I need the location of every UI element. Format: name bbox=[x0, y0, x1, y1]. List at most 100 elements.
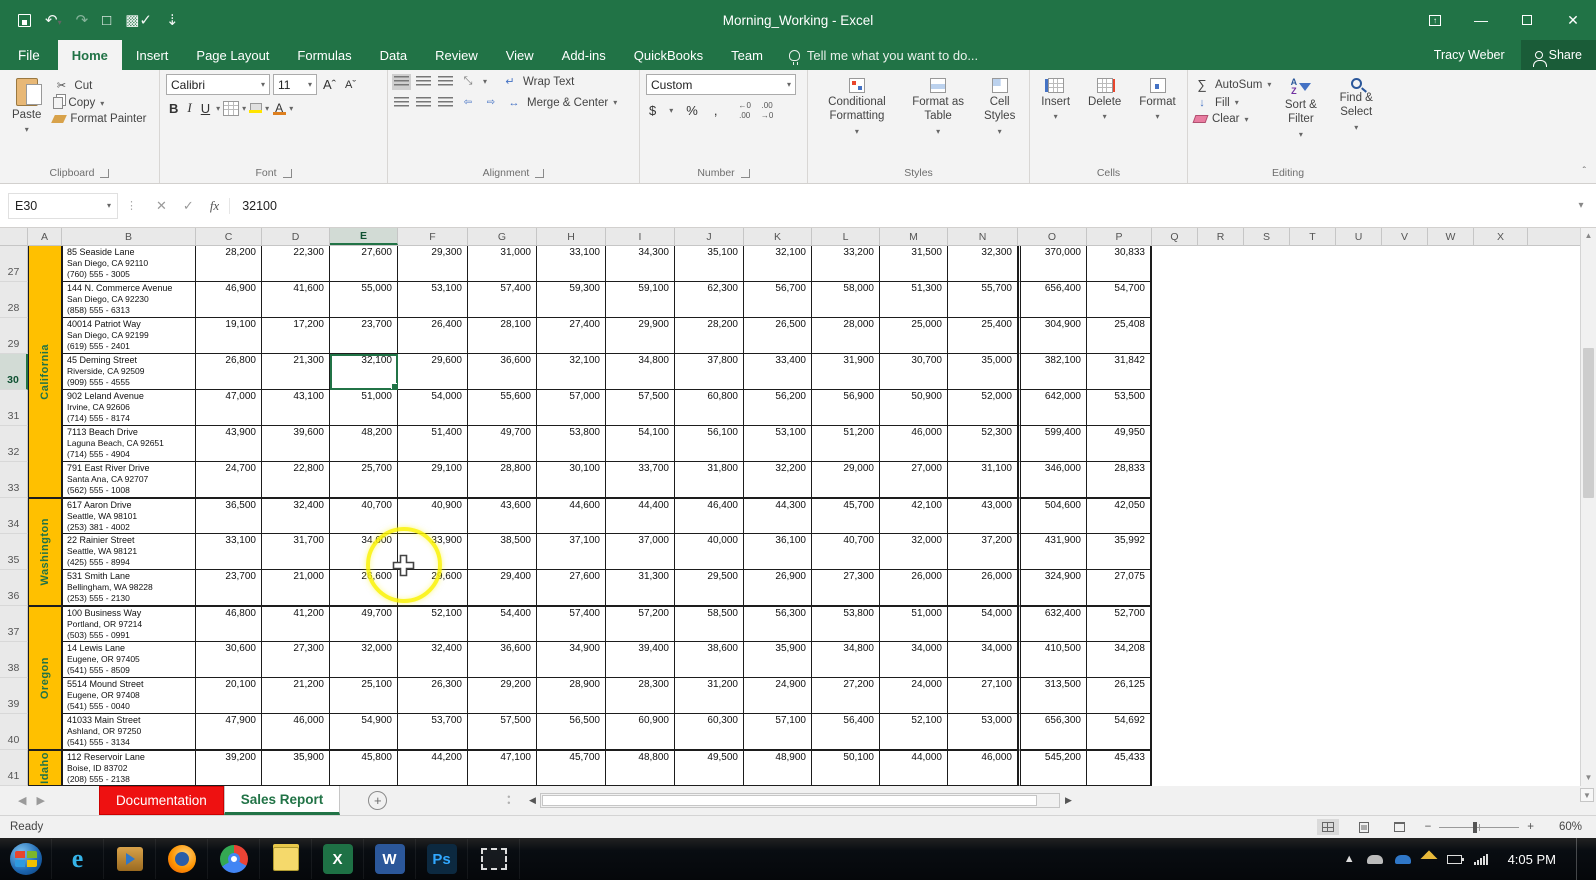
underline-button[interactable]: U bbox=[198, 101, 213, 116]
firefox-taskbar-icon[interactable] bbox=[156, 839, 208, 879]
redo-icon[interactable]: ↷ bbox=[76, 11, 89, 29]
cell-O30[interactable]: 382,100 bbox=[1018, 354, 1087, 390]
cell-E39[interactable]: 25,100 bbox=[330, 678, 398, 714]
cell-P39[interactable]: 26,125 bbox=[1087, 678, 1152, 714]
cell-P40[interactable]: 54,692 bbox=[1087, 714, 1152, 750]
minimize-button[interactable]: — bbox=[1458, 0, 1504, 40]
align-right-icon[interactable] bbox=[438, 96, 453, 109]
cell-E27[interactable]: 27,600 bbox=[330, 246, 398, 282]
cell-K35[interactable]: 36,100 bbox=[744, 534, 812, 570]
cell-D33[interactable]: 22,800 bbox=[262, 462, 330, 498]
cell-styles-button[interactable]: Cell Styles ▾ bbox=[976, 74, 1023, 163]
comma-style-button[interactable]: , bbox=[711, 103, 721, 118]
cell-P41[interactable]: 45,433 bbox=[1087, 750, 1152, 786]
tab-page-layout[interactable]: Page Layout bbox=[182, 40, 283, 70]
cell-L27[interactable]: 33,200 bbox=[812, 246, 880, 282]
restore-button[interactable] bbox=[1504, 0, 1550, 40]
cell-C35[interactable]: 33,100 bbox=[196, 534, 262, 570]
expand-formula-bar-icon[interactable]: ▾ bbox=[1566, 200, 1596, 211]
cell-H39[interactable]: 28,900 bbox=[537, 678, 606, 714]
show-desktop-button[interactable] bbox=[1576, 838, 1586, 880]
cell-P35[interactable]: 35,992 bbox=[1087, 534, 1152, 570]
cell-F27[interactable]: 29,300 bbox=[398, 246, 468, 282]
tab-review[interactable]: Review bbox=[421, 40, 492, 70]
state-band-washington[interactable]: Washington bbox=[28, 498, 62, 606]
cell-L31[interactable]: 56,900 bbox=[812, 390, 880, 426]
snip-region-taskbar-icon[interactable] bbox=[468, 839, 520, 879]
cell-P38[interactable]: 34,208 bbox=[1087, 642, 1152, 678]
new-file-icon[interactable]: □ bbox=[102, 12, 111, 29]
cell-I37[interactable]: 57,200 bbox=[606, 606, 675, 642]
row-header-35[interactable]: 35 bbox=[0, 534, 28, 570]
cell-H31[interactable]: 57,000 bbox=[537, 390, 606, 426]
borders-icon[interactable] bbox=[223, 100, 240, 116]
row-header-37[interactable]: 37 bbox=[0, 606, 28, 642]
cell-I31[interactable]: 57,500 bbox=[606, 390, 675, 426]
insert-function-icon[interactable]: fx bbox=[210, 198, 219, 214]
cell-F29[interactable]: 26,400 bbox=[398, 318, 468, 354]
bold-button[interactable]: B bbox=[166, 101, 181, 116]
cell-G28[interactable]: 57,400 bbox=[468, 282, 537, 318]
cell-C38[interactable]: 30,600 bbox=[196, 642, 262, 678]
cell-N35[interactable]: 37,200 bbox=[948, 534, 1018, 570]
fill-color-button[interactable] bbox=[249, 103, 263, 113]
excel-taskbar-icon[interactable]: X bbox=[312, 839, 364, 879]
dropbox-icon[interactable] bbox=[1420, 850, 1438, 868]
col-header-H[interactable]: H bbox=[537, 228, 606, 245]
font-dialog-launcher[interactable] bbox=[282, 168, 292, 178]
cell-M31[interactable]: 50,900 bbox=[880, 390, 948, 426]
cell-G40[interactable]: 57,500 bbox=[468, 714, 537, 750]
name-box[interactable]: E30 ▾ bbox=[8, 192, 118, 219]
cell-O29[interactable]: 304,900 bbox=[1018, 318, 1087, 354]
cell-I27[interactable]: 34,300 bbox=[606, 246, 675, 282]
cell-M39[interactable]: 24,000 bbox=[880, 678, 948, 714]
cell-M32[interactable]: 46,000 bbox=[880, 426, 948, 462]
cell-K31[interactable]: 56,200 bbox=[744, 390, 812, 426]
tell-me-box[interactable]: Tell me what you want to do... bbox=[777, 40, 990, 70]
cell-M35[interactable]: 32,000 bbox=[880, 534, 948, 570]
cell-J34[interactable]: 46,400 bbox=[675, 498, 744, 534]
cell-B27[interactable]: 85 Seaside Lane San Diego, CA 92110 (760) … bbox=[62, 246, 196, 282]
cell-J28[interactable]: 62,300 bbox=[675, 282, 744, 318]
cell-B31[interactable]: 902 Leland Avenue Irvine, CA 92606 (714) 5… bbox=[62, 390, 196, 426]
cell-H37[interactable]: 57,400 bbox=[537, 606, 606, 642]
number-dialog-launcher[interactable] bbox=[740, 168, 750, 178]
cell-K29[interactable]: 26,500 bbox=[744, 318, 812, 354]
cell-J35[interactable]: 40,000 bbox=[675, 534, 744, 570]
cell-G37[interactable]: 54,400 bbox=[468, 606, 537, 642]
state-band-idaho[interactable]: Idaho bbox=[28, 750, 62, 786]
format-painter-button[interactable]: Format Painter bbox=[51, 113, 146, 125]
cell-K38[interactable]: 35,900 bbox=[744, 642, 812, 678]
cell-P29[interactable]: 25,408 bbox=[1087, 318, 1152, 354]
cell-I29[interactable]: 29,900 bbox=[606, 318, 675, 354]
normal-view-button[interactable] bbox=[1316, 819, 1339, 835]
cell-I39[interactable]: 28,300 bbox=[606, 678, 675, 714]
ribbon-display-options-button[interactable]: ↑ bbox=[1412, 0, 1458, 40]
align-top-icon[interactable] bbox=[392, 73, 411, 90]
cell-J27[interactable]: 35,100 bbox=[675, 246, 744, 282]
cell-H40[interactable]: 56,500 bbox=[537, 714, 606, 750]
cell-C36[interactable]: 23,700 bbox=[196, 570, 262, 606]
cell-E31[interactable]: 51,000 bbox=[330, 390, 398, 426]
cell-P30[interactable]: 31,842 bbox=[1087, 354, 1152, 390]
tab-scrollbar-divider[interactable]: • • bbox=[507, 793, 510, 807]
sheet-tab-documentation[interactable]: Documentation bbox=[98, 786, 224, 815]
cell-M40[interactable]: 52,100 bbox=[880, 714, 948, 750]
cell-M29[interactable]: 25,000 bbox=[880, 318, 948, 354]
cell-C37[interactable]: 46,800 bbox=[196, 606, 262, 642]
cell-E32[interactable]: 48,200 bbox=[330, 426, 398, 462]
cell-P34[interactable]: 42,050 bbox=[1087, 498, 1152, 534]
cell-H28[interactable]: 59,300 bbox=[537, 282, 606, 318]
cell-B34[interactable]: 617 Aaron Drive Seattle, WA 98101 (253) 38… bbox=[62, 498, 196, 534]
cell-M30[interactable]: 30,700 bbox=[880, 354, 948, 390]
cell-O27[interactable]: 370,000 bbox=[1018, 246, 1087, 282]
cell-E34[interactable]: 40,700 bbox=[330, 498, 398, 534]
cell-D34[interactable]: 32,400 bbox=[262, 498, 330, 534]
cell-H29[interactable]: 27,400 bbox=[537, 318, 606, 354]
cell-N38[interactable]: 34,000 bbox=[948, 642, 1018, 678]
row-header-39[interactable]: 39 bbox=[0, 678, 28, 714]
align-bottom-icon[interactable] bbox=[438, 75, 453, 88]
zoom-slider-thumb[interactable] bbox=[1472, 821, 1477, 833]
cell-D36[interactable]: 21,000 bbox=[262, 570, 330, 606]
cell-K34[interactable]: 44,300 bbox=[744, 498, 812, 534]
